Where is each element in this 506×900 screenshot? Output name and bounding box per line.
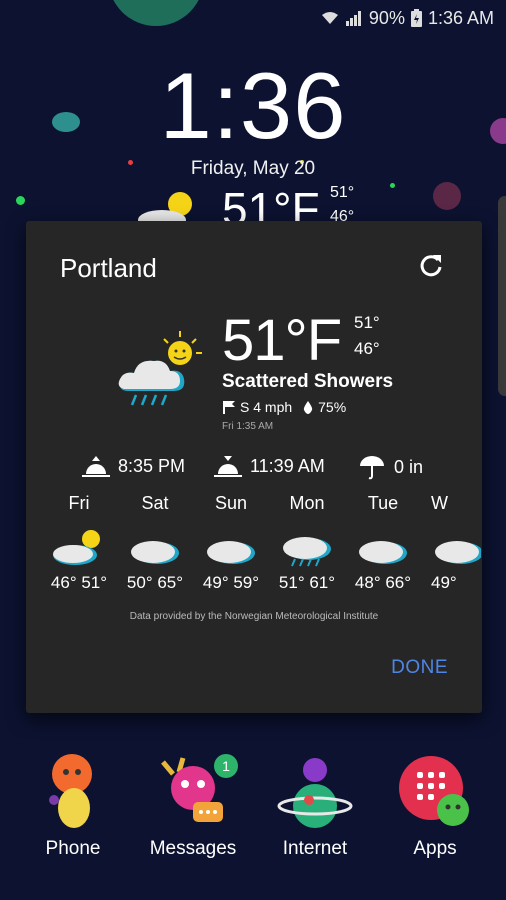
wind-humidity-row: S 4 mph 75% bbox=[222, 399, 346, 415]
moonrise-time: 11:39 AM bbox=[250, 455, 325, 476]
city-name: Portland bbox=[60, 253, 157, 283]
forecast-temps: 50° 65° bbox=[126, 573, 184, 592]
apps-drawer[interactable]: Apps bbox=[380, 752, 490, 860]
forecast-strip[interactable]: Fri 46° 51° Sat 50° 65° Sun 49° 59° Mon bbox=[26, 493, 482, 605]
wifi-icon bbox=[321, 12, 338, 24]
weather-dialog: Portland 51°F 51° 46° Scattered Showers … bbox=[26, 221, 482, 713]
phone-app-icon bbox=[49, 754, 92, 828]
flag-icon bbox=[223, 401, 235, 414]
signal-icon bbox=[345, 11, 361, 26]
lockscreen-date: Friday, May 20 bbox=[190, 158, 316, 179]
battery-icon bbox=[410, 9, 422, 27]
sunset-time: 8:35 PM bbox=[118, 455, 186, 476]
forecast-day-name: Mon bbox=[289, 493, 325, 513]
updated-time: Fri 1:35 AM bbox=[222, 421, 274, 432]
forecast-day-name: Fri bbox=[68, 493, 90, 513]
humidity-drop-icon bbox=[303, 401, 313, 414]
apps-drawer-label: Apps bbox=[413, 838, 457, 859]
cloud-icon bbox=[359, 541, 407, 564]
moonrise-info: 11:39 AM bbox=[214, 454, 325, 478]
forecast-day: Tue 48° 66° bbox=[345, 493, 421, 593]
refresh-icon[interactable] bbox=[416, 251, 446, 281]
internet-app-icon bbox=[277, 758, 353, 828]
forecast-temps: 51° 61° bbox=[278, 573, 336, 592]
forecast-day: Fri 46° 51° bbox=[41, 493, 117, 593]
forecast-temps: 49° 59° bbox=[202, 573, 260, 592]
forecast-temps: 48° 66° bbox=[354, 573, 412, 592]
forecast-day-name: Sun bbox=[214, 493, 248, 513]
lockscreen-temp-high: 51° bbox=[330, 184, 355, 201]
cloud-icon bbox=[207, 541, 255, 564]
sunset-info: 8:35 PM bbox=[82, 454, 185, 478]
humidity-value: 75% bbox=[318, 399, 347, 415]
internet-app[interactable]: Internet bbox=[260, 752, 370, 860]
forecast-day-name: Sat bbox=[141, 493, 169, 513]
umbrella-icon bbox=[360, 456, 384, 480]
status-time: 1:36 AM bbox=[427, 7, 494, 28]
phone-app[interactable]: Phone bbox=[18, 752, 128, 860]
status-bar: 90% 1:36 AM bbox=[321, 6, 494, 30]
cloud-icon bbox=[435, 541, 481, 564]
current-temperature: 51°F bbox=[222, 308, 342, 373]
cloud-icon bbox=[131, 541, 179, 564]
messages-app-label: Messages bbox=[149, 838, 237, 859]
phone-app-label: Phone bbox=[45, 838, 101, 859]
app-dock: Phone 1 Messages Internet Apps bbox=[0, 752, 506, 882]
scattered-showers-icon bbox=[118, 331, 202, 406]
lockscreen-clock: 1:36 bbox=[159, 53, 347, 158]
rain-cloud-icon bbox=[283, 537, 331, 567]
sunset-icon bbox=[82, 456, 110, 477]
forecast-day: Sun 49° 59° bbox=[193, 493, 269, 593]
precip-info: 0 in bbox=[358, 454, 423, 480]
message-count-badge: 1 bbox=[214, 754, 238, 778]
current-low: 46° bbox=[354, 339, 380, 358]
internet-app-label: Internet bbox=[282, 838, 348, 859]
data-credit: Data provided by the Norwegian Meteorolo… bbox=[129, 611, 379, 622]
forecast-day-name: Tue bbox=[367, 493, 399, 513]
forecast-temps: 46° 51° bbox=[50, 573, 108, 592]
battery-percent: 90% bbox=[368, 7, 405, 28]
wind-value: S 4 mph bbox=[240, 399, 293, 415]
messages-app[interactable]: 1 Messages bbox=[138, 752, 248, 860]
done-button[interactable]: DONE bbox=[391, 657, 448, 679]
forecast-day: Mon 51° 61° bbox=[269, 493, 345, 593]
forecast-day-name: W bbox=[431, 493, 448, 513]
forecast-day: W 49° bbox=[421, 493, 481, 593]
forecast-temps: 49° bbox=[431, 573, 457, 592]
current-high: 51° bbox=[354, 313, 380, 332]
apps-grid-icon bbox=[399, 756, 469, 826]
sunrise-icon bbox=[214, 456, 242, 477]
partly-cloudy-icon bbox=[53, 530, 100, 565]
precip-value: 0 in bbox=[394, 456, 424, 477]
forecast-day: Sat 50° 65° bbox=[117, 493, 193, 593]
current-condition: Scattered Showers bbox=[222, 371, 394, 392]
